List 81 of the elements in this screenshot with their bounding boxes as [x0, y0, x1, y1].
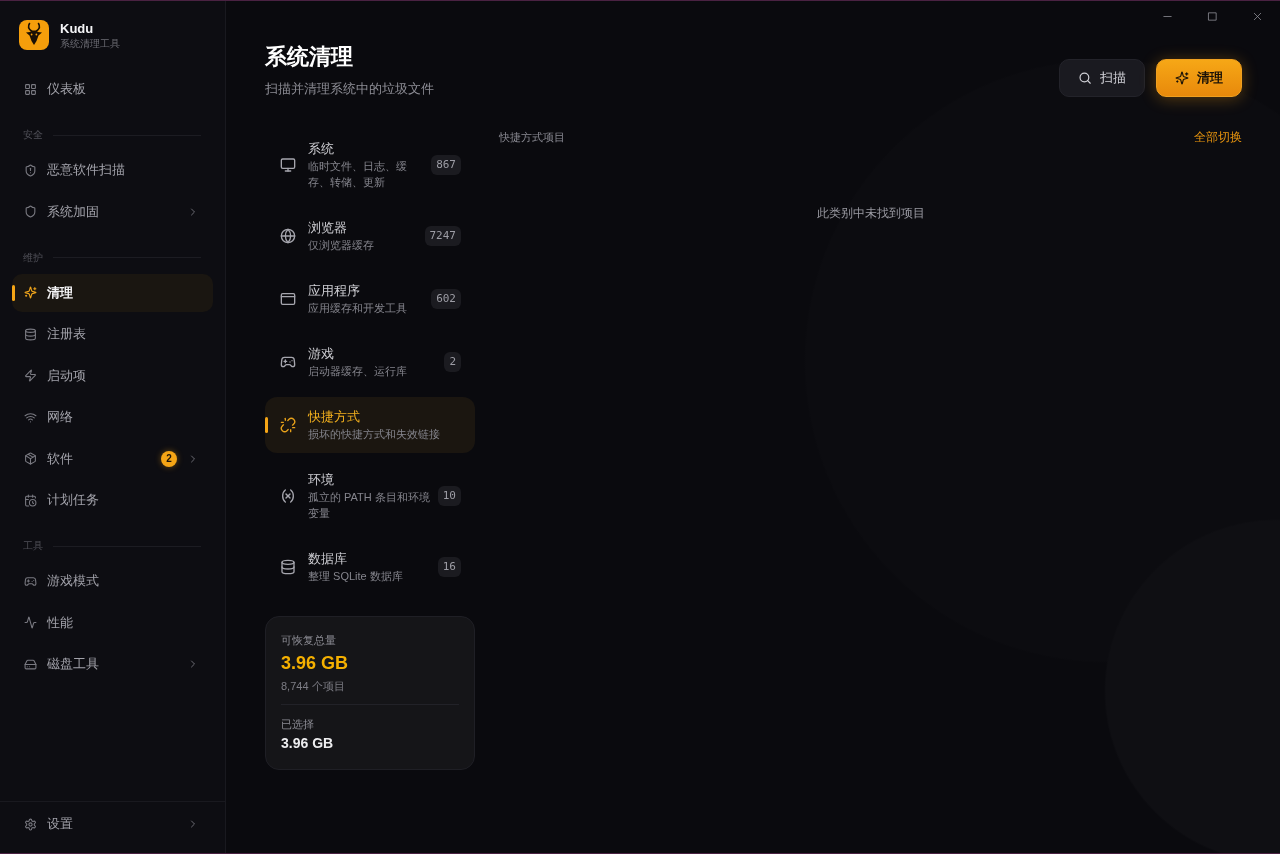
- sidebar-item[interactable]: 仪表板: [12, 70, 213, 108]
- app-name: Kudu: [60, 20, 95, 37]
- app-tagline: 系统清理工具: [60, 36, 120, 50]
- item-count: 602: [431, 289, 461, 309]
- item-count: 10: [437, 486, 461, 506]
- category-item[interactable]: 系统 临时文件、日志、缓存、转储、更新 867: [265, 129, 475, 201]
- category-item[interactable]: 快捷方式 损坏的快捷方式和失效链接: [265, 397, 475, 453]
- wifi-icon: [24, 410, 37, 424]
- globe-icon: [280, 228, 296, 244]
- total-size: 3.96 GB: [281, 652, 350, 675]
- database-icon: [24, 327, 37, 341]
- category-description: 孤立的 PATH 条目和环境变量: [308, 490, 431, 521]
- category-description: 启动器缓存、运行库: [308, 364, 408, 379]
- scan-button[interactable]: 扫描: [1059, 59, 1145, 97]
- category-item[interactable]: 浏览器 仅浏览器缓存 7247: [265, 208, 475, 264]
- sidebar-item[interactable]: 系统加固: [12, 192, 213, 231]
- shield-icon: [24, 205, 37, 218]
- sidebar-item[interactable]: 网络: [12, 398, 213, 436]
- clean-button[interactable]: 清理: [1156, 59, 1242, 97]
- sidebar-item[interactable]: 注册表: [12, 315, 213, 353]
- antelope-head-logo-icon: [19, 20, 49, 50]
- variable-icon: [280, 488, 296, 504]
- sidebar-item[interactable]: 清理: [12, 273, 213, 312]
- app-window-icon: [280, 291, 296, 307]
- settings-icon: [24, 817, 37, 831]
- item-count: 2: [444, 352, 461, 372]
- gamepad-icon: [280, 354, 296, 370]
- category-title: 快捷方式: [308, 408, 361, 426]
- sidebar-item[interactable]: 游戏模式: [12, 562, 213, 600]
- shield-alert-icon: [24, 163, 37, 177]
- category-description: 临时文件、日志、缓存、转储、更新: [308, 159, 408, 190]
- category-title: 数据库: [308, 550, 348, 568]
- category-item[interactable]: 应用程序 应用缓存和开发工具 602: [265, 271, 475, 327]
- monitor-icon: [280, 157, 296, 173]
- category-title: 系统: [308, 140, 335, 158]
- calendar-clock-icon: [24, 493, 37, 507]
- category-title: 应用程序: [308, 282, 361, 300]
- category-title: 游戏: [308, 345, 335, 363]
- category-description: 仅浏览器缓存: [308, 238, 375, 253]
- drive-icon: [24, 657, 37, 671]
- category-item[interactable]: 数据库 整理 SQLite 数据库 16: [265, 539, 475, 595]
- category-title: 浏览器: [308, 219, 348, 237]
- item-count: 867: [431, 155, 461, 175]
- close-icon: [1252, 10, 1263, 22]
- sidebar-item[interactable]: 软件 2: [12, 439, 213, 478]
- category-description: 整理 SQLite 数据库: [308, 569, 404, 584]
- sidebar-item[interactable]: 恶意软件扫描: [12, 151, 213, 189]
- cube-icon: [24, 452, 37, 465]
- category-item[interactable]: 环境 孤立的 PATH 条目和环境变量 10: [265, 460, 475, 532]
- sidebar-item[interactable]: 性能: [12, 603, 213, 642]
- item-total: 8,744 个项目: [281, 679, 346, 694]
- pulse-line-icon: [24, 616, 37, 629]
- empty-message: 此类别中未找到项目: [815, 205, 926, 222]
- page-title: 系统清理: [265, 43, 354, 71]
- category-description: 损坏的快捷方式和失效链接: [308, 427, 441, 442]
- category-description: 应用缓存和开发工具: [308, 301, 408, 316]
- gamepad-icon: [24, 574, 37, 588]
- sparkles-icon: [24, 286, 37, 299]
- selected-size: 3.96 GB: [281, 734, 335, 753]
- item-count: 7247: [424, 226, 461, 246]
- lightning-icon: [24, 369, 37, 382]
- panel-heading: 快捷方式项目: [499, 130, 565, 145]
- sidebar-item[interactable]: 计划任务: [12, 481, 213, 519]
- selected-label: 已选择: [281, 717, 315, 732]
- category-title: 环境: [308, 471, 335, 489]
- settings-item[interactable]: 设置: [12, 805, 213, 843]
- maximize-icon: [1207, 10, 1218, 22]
- sparkles-icon: [1175, 71, 1189, 85]
- search-icon: [1078, 71, 1092, 85]
- sidebar-item[interactable]: 启动项: [12, 356, 213, 395]
- sidebar-item[interactable]: 磁盘工具: [12, 645, 213, 683]
- grid-icon: [24, 82, 37, 96]
- section-heading: 安全: [23, 128, 43, 142]
- notification-badge: 2: [161, 450, 177, 467]
- item-count: 16: [437, 557, 461, 577]
- toggle-all-link[interactable]: 全部切换: [1194, 129, 1242, 145]
- database-icon: [280, 559, 296, 575]
- category-item[interactable]: 游戏 启动器缓存、运行库 2: [265, 334, 475, 390]
- total-label: 可恢复总量: [281, 633, 337, 648]
- page-subtitle: 扫描并清理系统中的垃圾文件: [265, 80, 434, 98]
- broken-link-icon: [280, 417, 296, 433]
